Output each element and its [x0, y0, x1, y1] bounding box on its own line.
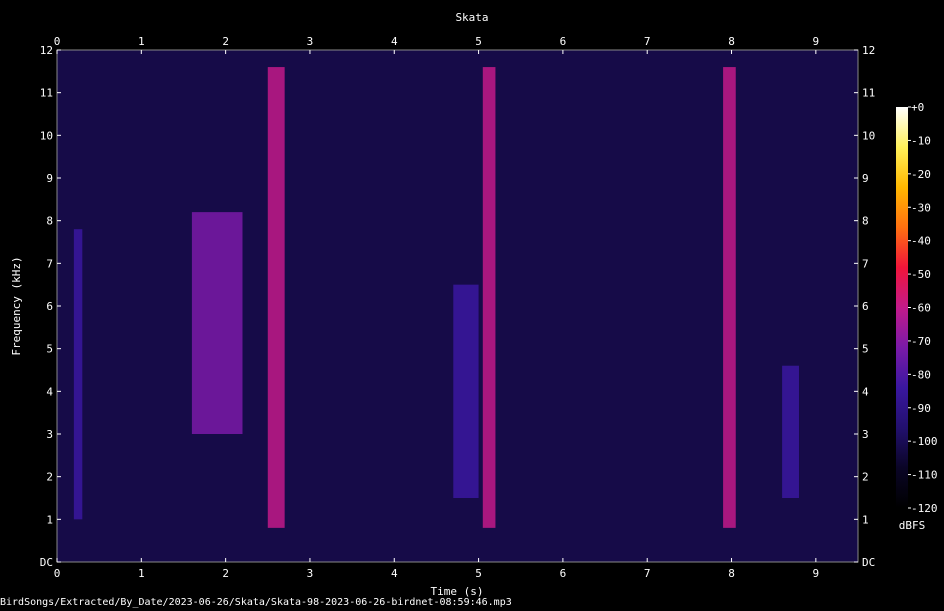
- x-tick-label-bottom: 1: [138, 567, 145, 580]
- x-tick-label-bottom: 9: [813, 567, 820, 580]
- spectrogram-chart: Skata 00112233445566778899DC DC1 12 23 34 45 5…: [10, 11, 938, 598]
- signal-mark-3: [267, 67, 285, 528]
- signal-mark-4: [453, 284, 479, 498]
- y-tick-label-right: 9: [862, 172, 869, 185]
- colorbar-tick-label: -50: [911, 268, 931, 281]
- y-tick-label-left: 5: [46, 343, 53, 356]
- y-tick-label-left: 9: [46, 172, 53, 185]
- y-tick-label-right: 4: [862, 385, 869, 398]
- x-tick-label-bottom: 5: [475, 567, 482, 580]
- x-tick-label-bottom: 0: [54, 567, 61, 580]
- y-tick-label-left: 10: [40, 129, 53, 142]
- colorbar: [896, 107, 908, 508]
- x-tick-label-top: 4: [391, 35, 398, 48]
- signal-mark-6: [723, 67, 736, 528]
- signal-mark-5: [482, 67, 496, 528]
- y-tick-label-right: 5: [862, 343, 869, 356]
- colorbar-tick-label: -40: [911, 235, 931, 248]
- x-tick-label-bottom: 2: [222, 567, 229, 580]
- y-tick-label-left: 7: [46, 257, 53, 270]
- colorbar-tick-label: -100: [911, 435, 938, 448]
- x-tick-label-bottom: 6: [560, 567, 567, 580]
- colorbar-tick-label: -90: [911, 402, 931, 415]
- signal-mark-7: [782, 365, 799, 498]
- x-tick-label-top: 5: [475, 35, 482, 48]
- x-tick-label-top: 2: [222, 35, 229, 48]
- x-tick-label-bottom: 7: [644, 567, 651, 580]
- colorbar-tick-label: -30: [911, 201, 931, 214]
- signal-mark-2: [191, 212, 243, 434]
- x-tick-label-bottom: 8: [728, 567, 735, 580]
- y-tick-label-left: DC: [40, 556, 53, 569]
- colorbar-tick-label: -60: [911, 302, 931, 315]
- x-tick-label-bottom: 3: [307, 567, 314, 580]
- y-tick-label-right: 7: [862, 257, 869, 270]
- y-tick-label-right: 6: [862, 300, 869, 313]
- chart-title: Skata: [455, 11, 488, 24]
- y-tick-label-right: 12: [862, 44, 875, 57]
- y-tick-label-left: 1: [46, 513, 53, 526]
- y-tick-label-left: 4: [46, 385, 53, 398]
- x-tick-label-top: 7: [644, 35, 651, 48]
- x-tick-label-top: 1: [138, 35, 145, 48]
- y-tick-label-left: 3: [46, 428, 53, 441]
- y-tick-label-left: 11: [40, 87, 53, 100]
- colorbar-tick-label: +0: [911, 101, 924, 114]
- x-tick-label-top: 0: [54, 35, 61, 48]
- colorbar-tick-label: -20: [911, 168, 931, 181]
- y-tick-label-right: 8: [862, 215, 869, 228]
- y-tick-label-right: 3: [862, 428, 869, 441]
- signal-mark-1: [73, 229, 83, 520]
- y-tick-label-right: 11: [862, 87, 875, 100]
- colorbar-tick-label: -80: [911, 368, 931, 381]
- y-tick-label-right: 1: [862, 513, 869, 526]
- y-tick-label-right: 10: [862, 129, 875, 142]
- y-tick-label-left: 6: [46, 300, 53, 313]
- x-tick-label-top: 6: [560, 35, 567, 48]
- y-tick-label-left: 12: [40, 44, 53, 57]
- plot-area: [56, 49, 859, 563]
- file-path: BirdSongs/Extracted/By_Date/2023-06-26/S…: [0, 597, 512, 608]
- y-tick-label-left: 2: [46, 471, 53, 484]
- y-tick-label-right: DC: [862, 556, 875, 569]
- colorbar-tick-label: -70: [911, 335, 931, 348]
- y-tick-label-left: 8: [46, 215, 53, 228]
- colorbar-tick-label: -10: [911, 134, 931, 147]
- colorbar-tick-label: -120: [911, 502, 938, 515]
- colorbar-tick-label: -110: [911, 469, 938, 482]
- x-tick-label-top: 9: [813, 35, 820, 48]
- y-axis-label: Frequency (kHz): [10, 256, 23, 355]
- x-tick-label-top: 8: [728, 35, 735, 48]
- x-tick-label-bottom: 4: [391, 567, 398, 580]
- y-tick-label-right: 2: [862, 471, 869, 484]
- colorbar-label: dBFS: [899, 519, 926, 532]
- x-tick-label-top: 3: [307, 35, 314, 48]
